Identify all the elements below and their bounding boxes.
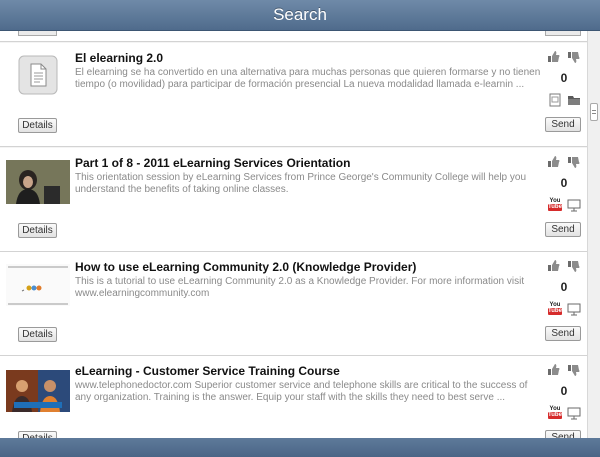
presentation-icon[interactable] xyxy=(567,198,581,212)
send-button[interactable]: Send xyxy=(545,117,581,132)
thumbs-up-icon[interactable] xyxy=(548,156,560,168)
thumbs-up-icon[interactable] xyxy=(548,364,560,376)
item-title[interactable]: eLearning - Customer Service Training Co… xyxy=(75,364,535,378)
vote-count: 0 xyxy=(560,280,568,294)
send-button[interactable]: Send xyxy=(545,222,581,237)
vote-count: 0 xyxy=(560,176,568,190)
list-item[interactable]: Details Part 1 of 8 - 2011 eLearning Ser… xyxy=(0,148,587,252)
previous-row-edge xyxy=(0,31,587,42)
thumbs-up-icon[interactable] xyxy=(548,51,560,63)
document-icon xyxy=(6,51,70,103)
presentation-icon[interactable] xyxy=(567,302,581,316)
send-button[interactable]: Send xyxy=(545,326,581,341)
bottom-toolbar xyxy=(0,438,600,457)
details-button[interactable]: Details xyxy=(18,327,57,342)
thumbs-down-icon[interactable] xyxy=(568,51,580,63)
item-description: www.telephonedoctor.com Superior custome… xyxy=(75,380,528,403)
vote-count: 0 xyxy=(560,71,568,85)
youtube-tube-label: Tube xyxy=(548,308,562,315)
youtube-icon[interactable]: You Tube xyxy=(548,406,562,420)
item-title[interactable]: Part 1 of 8 - 2011 eLearning Services Or… xyxy=(75,156,535,170)
list-item[interactable]: Details eLearning - Customer Service Tra… xyxy=(0,356,587,438)
item-description: El elearning se ha convertido en una alt… xyxy=(75,67,541,90)
youtube-tube-label: Tube xyxy=(548,204,562,211)
thumbs-down-icon[interactable] xyxy=(568,260,580,272)
item-description: This is a tutorial to use eLearning Comm… xyxy=(75,276,525,299)
details-button[interactable]: Details xyxy=(18,118,57,133)
vertical-scrollbar[interactable] xyxy=(587,31,600,438)
presentation-icon[interactable] xyxy=(567,406,581,420)
document-icon[interactable] xyxy=(548,93,562,107)
vote-count: 0 xyxy=(560,384,568,398)
list-item[interactable]: Details How to use eLearning Community 2… xyxy=(0,252,587,356)
thumbs-up-icon[interactable] xyxy=(548,260,560,272)
youtube-icon[interactable]: You Tube xyxy=(548,198,562,212)
send-button[interactable]: Send xyxy=(545,430,581,438)
training-video-thumbnail xyxy=(6,364,70,416)
item-description: This orientation session by eLearning Se… xyxy=(75,172,527,195)
results-list[interactable]: Details El elearning 2.0 El elearning se… xyxy=(0,31,587,438)
slide-thumbnail xyxy=(6,260,70,312)
previous-details-button-edge[interactable] xyxy=(18,31,57,36)
list-item[interactable]: Details El elearning 2.0 El elearning se… xyxy=(0,43,587,147)
scrollbar-thumb[interactable] xyxy=(590,103,598,121)
details-button[interactable]: Details xyxy=(18,431,57,438)
item-title[interactable]: El elearning 2.0 xyxy=(75,51,535,65)
page-title: Search xyxy=(273,5,327,24)
thumbs-down-icon[interactable] xyxy=(568,364,580,376)
thumbs-down-icon[interactable] xyxy=(568,156,580,168)
youtube-tube-label: Tube xyxy=(548,412,562,419)
previous-send-button-edge[interactable] xyxy=(545,31,581,36)
folder-icon[interactable] xyxy=(567,93,581,107)
details-button[interactable]: Details xyxy=(18,223,57,238)
title-bar: Search xyxy=(0,0,600,31)
video-presenter-thumbnail xyxy=(6,156,70,208)
item-title[interactable]: How to use eLearning Community 2.0 (Know… xyxy=(75,260,535,274)
youtube-icon[interactable]: You Tube xyxy=(548,302,562,316)
